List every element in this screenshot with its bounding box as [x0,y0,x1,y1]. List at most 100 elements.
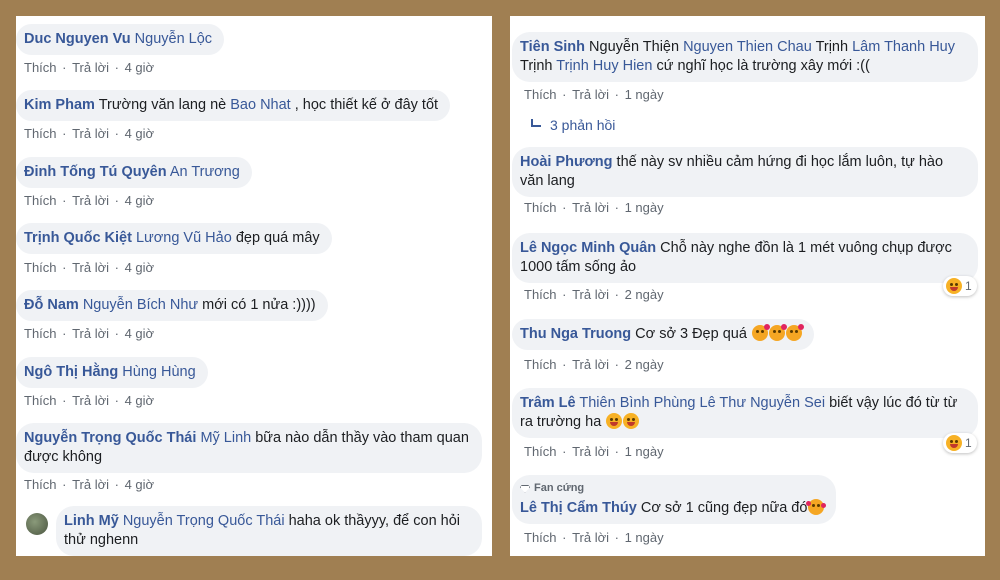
like-link[interactable]: Thích [24,477,57,492]
comment-text: 1000 tấm sống ảo [520,259,637,275]
comment-author[interactable]: Thu Nga Truong [520,326,631,342]
comment-bubble: Đinh Tống Tú Quyên An Trương [16,157,252,188]
reply-link[interactable]: Trả lời [572,357,609,372]
comment-text: Nguyễn Thiện [585,39,684,55]
avatar[interactable] [26,513,48,535]
comment-author[interactable]: Kim Pham [24,97,95,113]
comment-text: được không [24,449,103,465]
kiss-emoji-icon [768,324,787,341]
comment-text: Trường văn lang nè [98,97,231,113]
reply-link[interactable]: Trả lời [572,200,609,215]
like-link[interactable]: Thích [524,87,557,102]
comment-author[interactable]: Linh Mỹ [64,513,119,529]
timestamp[interactable]: 4 giờ [125,477,155,492]
comment-author[interactable]: Ngô Thị Hằng [24,364,118,380]
reply-link[interactable]: Trả lời [72,326,109,341]
reply-link[interactable]: Trả lời [72,477,109,492]
reply-link[interactable]: Trả lời [572,444,609,459]
reply-link[interactable]: Trả lời [72,260,109,275]
reply-arrow-icon [530,119,542,131]
comment-text: Chỗ này nghe đồn là 1 mét vuông chụp đượ… [656,240,952,256]
comment-text: thế này sv nhiều cảm hứng đi học lắm luô… [612,154,944,170]
comment-text: haha ok thầyyy, để con hỏi [284,513,461,529]
reaction-count[interactable]: 1 [943,433,977,453]
comment-author[interactable]: Tiên Sinh [520,39,585,55]
like-link[interactable]: Thích [24,193,57,208]
timestamp[interactable]: 1 ngày [625,530,664,545]
like-link[interactable]: Thích [24,60,57,75]
mention-link[interactable]: Hùng Hùng [122,364,195,380]
comment-text: mới có 1 nửa :)))) [198,297,316,313]
mention-link[interactable]: Thiên Bình [579,395,649,411]
comment-actions: Thích · Trả lời · 4 giờ [24,193,155,208]
mention-link[interactable]: Nguyễn Trọng Quốc Thái [123,513,285,529]
mention-link[interactable]: Trịnh Huy Hien [556,58,652,74]
comment-text: thử nghenn [64,532,139,548]
timestamp[interactable]: 4 giờ [125,60,155,75]
comment-author[interactable]: Hoài Phương [520,154,613,170]
mention-link[interactable]: Lương Vũ Hảo [136,230,232,246]
mention-link[interactable]: Lâm Thanh Huy [852,39,955,55]
mention-link[interactable]: Nguyễn Bích Như [83,297,198,313]
view-replies-link[interactable]: 3 phản hồi [530,117,615,133]
comment-author[interactable]: Nguyễn Trọng Quốc Thái [24,430,196,446]
comment-bubble: Lê Ngọc Minh Quân Chỗ này nghe đồn là 1 … [512,233,978,283]
comment-author[interactable]: Trâm Lê [520,395,576,411]
like-link[interactable]: Thích [524,530,557,545]
reply-link[interactable]: Trả lời [72,126,109,141]
reply-link[interactable]: Trả lời [72,60,109,75]
timestamp[interactable]: 4 giờ [125,260,155,275]
timestamp[interactable]: 2 ngày [625,287,664,302]
reply-link[interactable]: Trả lời [572,530,609,545]
like-link[interactable]: Thích [524,200,557,215]
reply-link[interactable]: Trả lời [72,393,109,408]
like-link[interactable]: Thích [24,260,57,275]
comment-author[interactable]: Lê Ngọc Minh Quân [520,240,656,256]
like-link[interactable]: Thích [24,126,57,141]
comment-text: Cơ sở 3 Đẹp quá [631,326,751,342]
like-link[interactable]: Thích [524,287,557,302]
mention-link[interactable]: Nguyen Thien Chau [683,39,812,55]
timestamp[interactable]: 1 ngày [625,444,664,459]
timestamp[interactable]: 2 ngày [625,357,664,372]
comment-actions: Thích · Trả lời · 4 giờ [24,393,155,408]
comment-bubble: Hoài Phương thế này sv nhiều cảm hứng đi… [512,147,978,197]
timestamp[interactable]: 4 giờ [125,126,155,141]
fan-badge: Fan cứng [520,479,824,498]
comment-text: cứ nghĩ học là trường xây mới :(( [652,58,870,74]
comment-author[interactable]: Đinh Tống Tú Quyên [24,164,167,180]
mention-link[interactable]: Nguyễn Sei [750,395,825,411]
mention-link[interactable]: Bao Nhat [230,97,290,113]
like-link[interactable]: Thích [24,393,57,408]
like-link[interactable]: Thích [524,444,557,459]
mention-link[interactable]: Mỹ Linh [200,430,251,446]
mention-link[interactable]: Nguyễn Lộc [135,31,212,47]
reaction-number: 1 [965,279,972,293]
reply-link[interactable]: Trả lời [572,287,609,302]
comment-actions: Thích · Trả lời · 1 ngày [524,200,664,215]
timestamp[interactable]: 1 ngày [625,87,664,102]
reply-link[interactable]: Trả lời [572,87,609,102]
timestamp[interactable]: 4 giờ [125,393,155,408]
like-link[interactable]: Thích [524,357,557,372]
mention-link[interactable]: An Trương [170,164,240,180]
comment-author[interactable]: Lê Thị Cẩm Thúy [520,500,637,516]
comment-text: bữa nào dẫn thầy vào tham quan [251,430,469,446]
like-link[interactable]: Thích [24,326,57,341]
comment-actions: Thích · Trả lời · 1 ngày [524,444,664,459]
reply-link[interactable]: Trả lời [72,193,109,208]
replies-count[interactable]: 3 phản hồi [550,117,615,133]
comment-author[interactable]: Duc Nguyen Vu [24,31,131,47]
reaction-count[interactable]: 1 [943,276,977,296]
timestamp[interactable]: 1 ngày [625,200,664,215]
mention-link[interactable]: Phùng Lê Thư [654,395,746,411]
comment-actions: Thích · Trả lời · 2 ngày [524,357,664,372]
comment-author[interactable]: Đỗ Nam [24,297,79,313]
timestamp[interactable]: 4 giờ [125,193,155,208]
comment-text: ra trường ha [520,414,606,430]
comment-bubble: Đỗ Nam Nguyễn Bích Như mới có 1 nửa :)))… [16,290,328,321]
timestamp[interactable]: 4 giờ [125,326,155,341]
comment-actions: Thích · Trả lời · 4 giờ [24,260,155,275]
comment-author[interactable]: Trịnh Quốc Kiệt [24,230,132,246]
comment-text: Trịnh [811,39,853,55]
